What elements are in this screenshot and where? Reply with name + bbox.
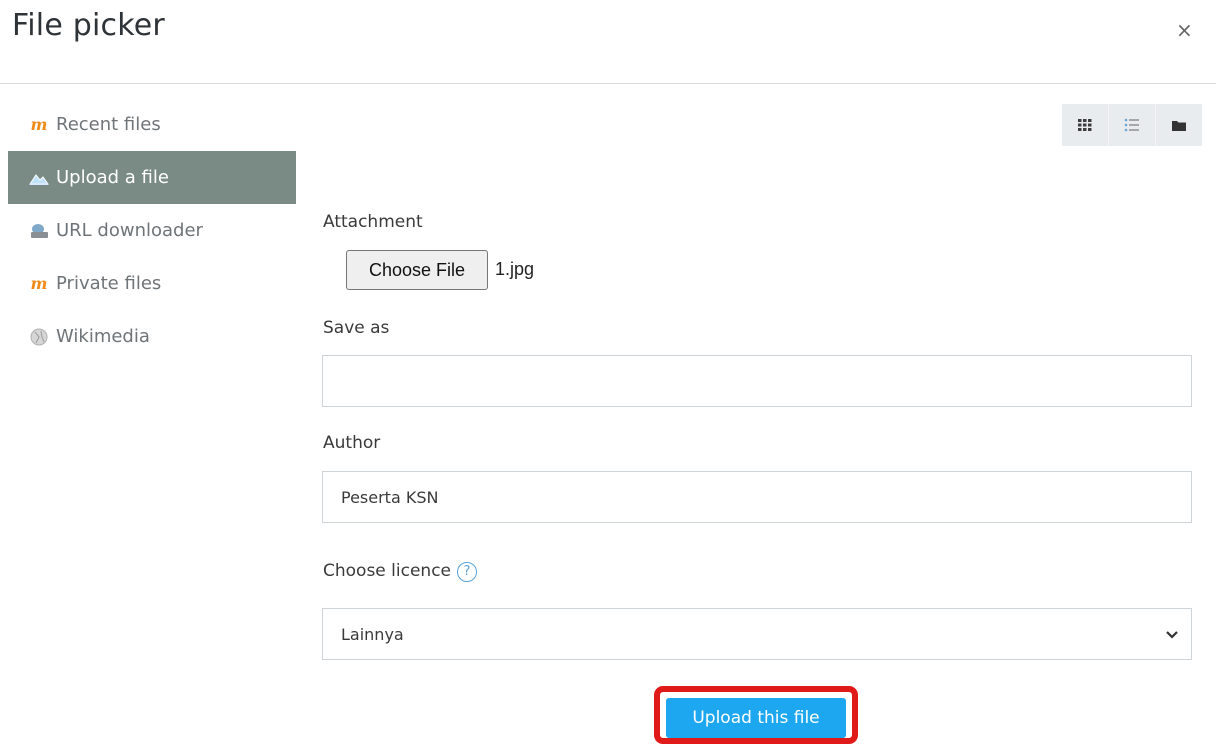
view-mode-toolbar [1062,104,1202,146]
sidebar-item-label: Recent files [56,114,161,135]
licence-select-value: Lainnya [341,624,404,644]
sidebar-item-label: Upload a file [56,167,169,188]
list-view-icon[interactable] [1108,104,1155,146]
dialog-header: File picker × [0,0,1216,84]
save-as-input[interactable] [322,355,1192,407]
dialog-title: File picker [12,8,165,43]
sidebar-item-label: Wikimedia [56,326,150,347]
sidebar-item-upload-a-file[interactable]: Upload a file [8,151,296,204]
licence-label-row: Choose licence? [323,561,477,582]
sidebar-item-private-files[interactable]: m Private files [8,257,296,310]
selected-file-name: 1.jpg [495,259,535,279]
url-downloader-icon [28,222,50,240]
icons-view-icon[interactable] [1062,104,1108,146]
choose-file-button[interactable]: Choose File [346,250,488,290]
licence-label: Choose licence [323,561,451,581]
sidebar-item-recent-files[interactable]: m Recent files [8,98,296,151]
author-label: Author [323,433,381,453]
moodle-logo-icon: m [30,274,48,293]
upload-icon [28,169,50,187]
repository-sidebar: m Recent files Upload a file URL downloa… [8,98,296,363]
attachment-label: Attachment [323,212,423,232]
upload-this-file-button[interactable]: Upload this file [666,698,846,738]
moodle-logo-icon: m [30,115,48,134]
tree-view-icon[interactable] [1155,104,1202,146]
licence-select[interactable]: Lainnya [322,608,1192,660]
sidebar-item-label: URL downloader [56,220,203,241]
sidebar-item-label: Private files [56,273,162,294]
help-icon[interactable]: ? [457,562,477,582]
sidebar-item-wikimedia[interactable]: Wikimedia [8,310,296,363]
save-as-label: Save as [323,318,390,338]
chevron-down-icon [1165,625,1179,644]
upload-highlight-box: Upload this file [654,686,858,744]
author-input[interactable]: Peserta KSN [322,471,1192,523]
wikimedia-globe-icon [28,328,50,346]
close-icon[interactable]: × [1176,20,1193,40]
sidebar-item-url-downloader[interactable]: URL downloader [8,204,296,257]
